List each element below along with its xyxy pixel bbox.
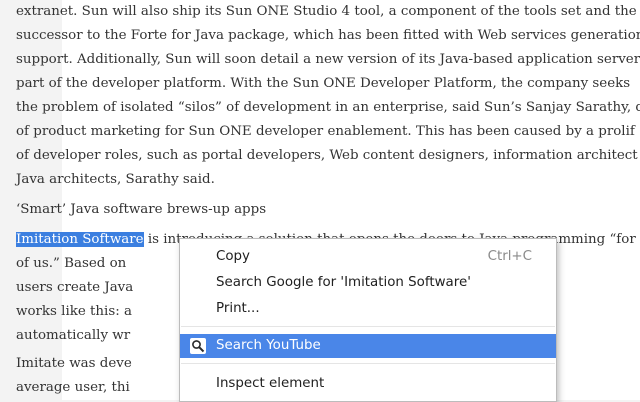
article-line: automatically wr <box>16 328 131 343</box>
context-menu: Copy Ctrl+C Search Google for 'Imitation… <box>179 238 557 402</box>
article-subheading: ‘Smart’ Java software brews-up apps <box>16 202 267 217</box>
menu-item-inspect-element[interactable]: Inspect element <box>180 372 556 396</box>
article-line: part of the developer platform. With the… <box>16 76 631 91</box>
article-line: successor to the Forte for Java package,… <box>16 28 640 43</box>
menu-item-search-google[interactable]: Search Google for 'Imitation Software' <box>180 271 556 295</box>
menu-separator <box>181 363 555 364</box>
menu-item-print[interactable]: Print... <box>180 297 556 321</box>
article-line: extranet. Sun will also ship its Sun ONE… <box>16 4 637 19</box>
article-line: Java architects, Sarathy said. <box>16 172 215 187</box>
magnifier-icon <box>190 338 206 354</box>
copy-shortcut: Ctrl+C <box>487 249 532 264</box>
article-line: support. Additionally, Sun will soon det… <box>16 52 640 67</box>
menu-item-search-youtube[interactable]: Search YouTube <box>180 334 556 358</box>
article-line: of developer roles, such as portal devel… <box>16 148 638 163</box>
article-line: of product marketing for Sun ONE develop… <box>16 124 635 139</box>
selected-text[interactable]: Imitation Software <box>16 232 144 247</box>
menu-separator <box>181 326 555 327</box>
menu-item-copy[interactable]: Copy Ctrl+C <box>180 245 556 269</box>
article-line: the problem of isolated “silos” of devel… <box>16 100 640 115</box>
